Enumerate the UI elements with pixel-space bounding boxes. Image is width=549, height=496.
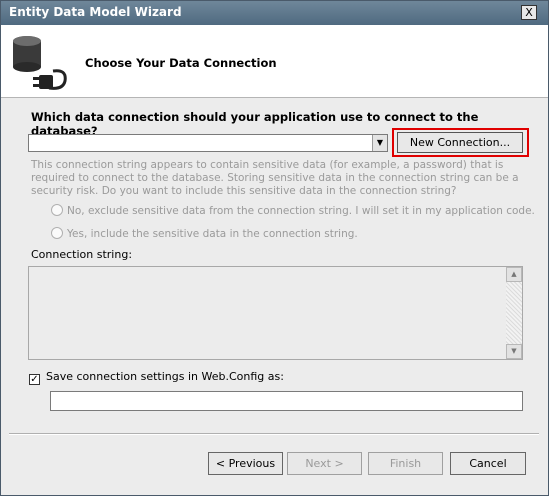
title-bar[interactable]: Entity Data Model Wizard X [1, 1, 548, 25]
chevron-down-icon[interactable]: ▼ [372, 135, 387, 151]
scroll-down-icon[interactable]: ▼ [506, 344, 522, 359]
finish-button[interactable]: Finish [368, 452, 443, 475]
radio-circle-icon[interactable] [51, 227, 63, 239]
close-button[interactable]: X [521, 5, 537, 20]
radio-circle-icon[interactable] [51, 204, 63, 216]
radio-exclude-label: No, exclude sensitive data from the conn… [67, 205, 535, 217]
page-title: Choose Your Data Connection [85, 56, 277, 70]
footer-separator [9, 433, 539, 435]
radio-include-label: Yes, include the sensitive data in the c… [67, 228, 358, 240]
sensitive-data-notice: This connection string appears to contai… [31, 159, 519, 197]
save-settings-label: Save connection settings in Web.Config a… [46, 370, 284, 383]
radio-exclude-sensitive[interactable]: No, exclude sensitive data from the conn… [51, 204, 535, 217]
cancel-button[interactable]: Cancel [450, 452, 526, 475]
previous-button[interactable]: < Previous [208, 452, 283, 475]
config-name-input[interactable] [50, 391, 523, 411]
connection-string-textbox[interactable]: ▲ ▼ [28, 266, 523, 360]
radio-include-sensitive[interactable]: Yes, include the sensitive data in the c… [51, 227, 358, 240]
next-button[interactable]: Next > [287, 452, 362, 475]
scroll-up-icon[interactable]: ▲ [506, 267, 522, 282]
window-title: Entity Data Model Wizard [9, 5, 182, 19]
new-connection-button[interactable]: New Connection... [397, 132, 523, 153]
connection-string-label: Connection string: [31, 248, 133, 261]
wizard-window: Entity Data Model Wizard X Choose Your D… [0, 0, 549, 496]
save-settings-row[interactable]: ✓ Save connection settings in Web.Config … [29, 370, 284, 385]
data-connection-dropdown[interactable]: ▼ [28, 134, 388, 152]
wizard-header: Choose Your Data Connection [1, 25, 548, 98]
database-plug-icon [13, 36, 67, 90]
vertical-scrollbar[interactable]: ▲ ▼ [506, 267, 522, 359]
save-settings-checkbox[interactable]: ✓ [29, 374, 40, 385]
